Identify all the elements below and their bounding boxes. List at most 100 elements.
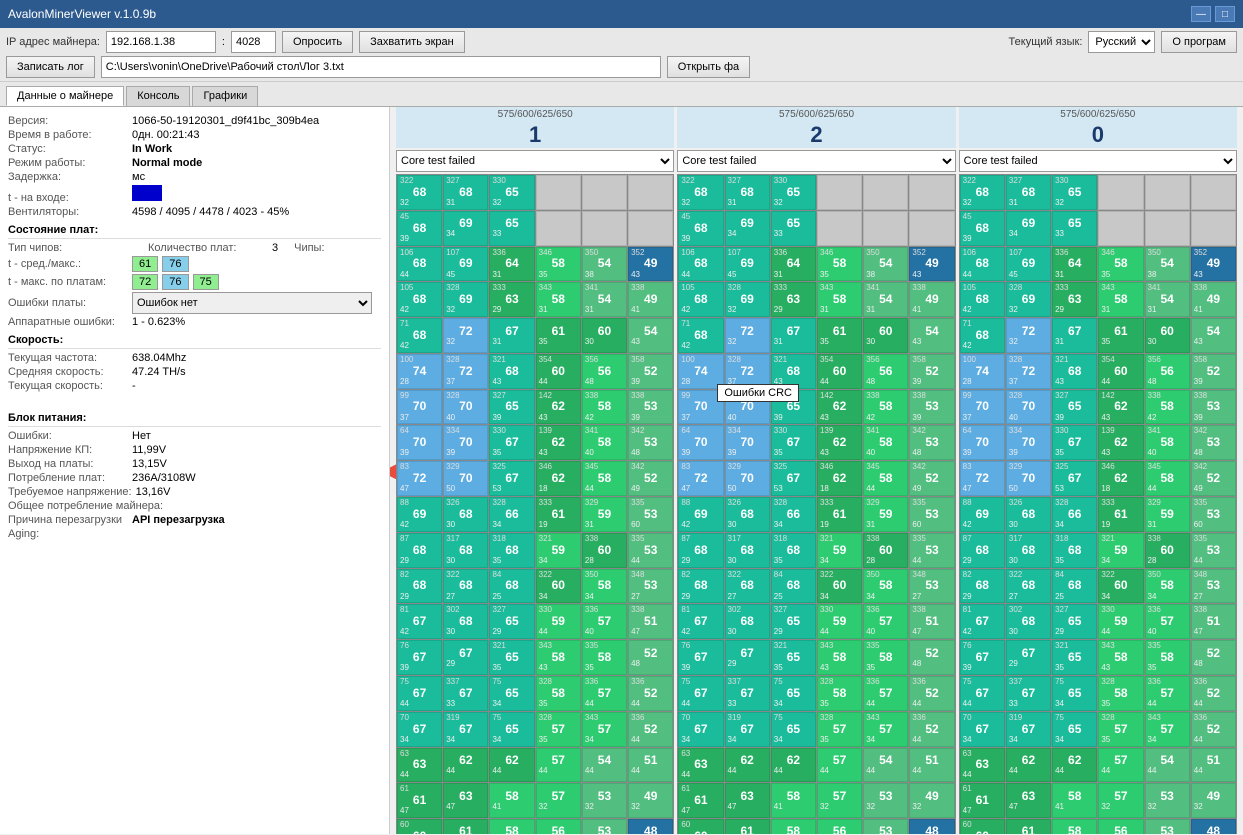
chip-cell: 3485327: [1191, 569, 1236, 604]
chip-cell: 3565648: [1145, 354, 1190, 389]
minimize-button[interactable]: —: [1191, 6, 1211, 22]
errors-select[interactable]: Ошибок нет: [132, 292, 372, 314]
chip-cell-empty: [863, 211, 908, 246]
miner1-number: 1: [396, 122, 674, 148]
chip-cell: 3285735: [817, 712, 862, 747]
chip-cell: 3297050: [725, 461, 770, 496]
chip-cell: 3215934: [817, 533, 862, 568]
chip-cell: 3285735: [1098, 712, 1143, 747]
lang-select[interactable]: Русский: [1088, 31, 1155, 53]
log-button[interactable]: Записать лог: [6, 56, 95, 78]
poll-button[interactable]: Опросить: [282, 31, 353, 53]
chip-cell: 3336329: [1052, 282, 1097, 317]
miner1-status-select[interactable]: Core test failed: [396, 150, 674, 172]
avg-speed-row: Средняя скорость: 47.24 TH/s: [8, 366, 381, 378]
chip-cell: 826829: [397, 569, 442, 604]
psu-power-value: 236A/3108W: [132, 472, 196, 484]
open-file-button[interactable]: Открыть фа: [667, 56, 750, 78]
miner1-chip-grid: 3226832327683133065324568396934653310668…: [396, 174, 674, 834]
chip-cell: 3306735: [1052, 425, 1097, 460]
freq-value: 638.04Mhz: [132, 352, 186, 364]
chip-cell: 3435831: [817, 282, 862, 317]
tinput-row: t - на входе:: [8, 185, 381, 204]
chip-cell: 3435843: [817, 640, 862, 675]
chip-cell: 3226827: [1006, 569, 1051, 604]
chip-cell: 5334: [863, 819, 908, 834]
port-input[interactable]: [231, 31, 276, 53]
chip-cell: 3216535: [771, 640, 816, 675]
chip-cell: 5744: [817, 748, 862, 783]
chip-cell: 3276529: [771, 604, 816, 639]
chip-cell-empty: [1145, 211, 1190, 246]
chip-cell: 6731: [1052, 318, 1097, 353]
miner1-freq: 575/600/625/650: [396, 107, 674, 122]
chip-cell: 456839: [678, 211, 723, 246]
chip-cell: 3286932: [725, 282, 770, 317]
chip-cell: 756534: [489, 676, 534, 711]
chip-cell: 3425348: [628, 425, 673, 460]
avg-speed-label: Средняя скорость:: [8, 366, 128, 378]
left-arrow-button[interactable]: ◀: [390, 460, 396, 481]
chip-cell: 3385147: [628, 604, 673, 639]
chip-cell: 3365744: [863, 676, 908, 711]
capture-button[interactable]: Захватить экран: [359, 31, 465, 53]
chip-cell: 3196734: [1006, 712, 1051, 747]
chip-cell: 6030: [863, 318, 908, 353]
chip-cell: 4932: [909, 783, 954, 818]
boards-section-title: Состояние плат:: [8, 224, 381, 239]
hw-errors-value: 1 - 0.623%: [132, 316, 185, 328]
maximize-button[interactable]: □: [1215, 6, 1235, 22]
ip-input[interactable]: [106, 31, 216, 53]
chip-cell: 3276831: [725, 175, 770, 210]
chip-cell: 997037: [960, 390, 1005, 425]
miner2-status-select[interactable]: Core test failed: [677, 150, 955, 172]
chip-cell: 3287237: [443, 354, 488, 389]
chip-cell: 3336119: [817, 497, 862, 532]
chip-cell: 756744: [678, 676, 723, 711]
tab-miner-data[interactable]: Данные о майнере: [6, 86, 124, 106]
chip-cell: 3385842: [582, 390, 627, 425]
chip-cell: 756744: [397, 676, 442, 711]
chip-cell: 5332: [1145, 783, 1190, 818]
log-path-input[interactable]: [101, 56, 661, 78]
chip-cell: 716842: [397, 318, 442, 353]
miner0-status-select[interactable]: Core test failed: [959, 150, 1237, 172]
chip-cell: 3435734: [863, 712, 908, 747]
chip-cell: 3306735: [771, 425, 816, 460]
miner0-num: 0: [1092, 122, 1104, 147]
tmax-label: t - макс. по платам:: [8, 276, 128, 288]
about-button[interactable]: О програм: [1161, 31, 1237, 53]
chip-cell: 3306532: [1052, 175, 1097, 210]
chip-cell: 3365740: [582, 604, 627, 639]
chip-cell: 3355344: [909, 533, 954, 568]
tab-console[interactable]: Консоль: [126, 86, 190, 106]
chip-cell: 3285835: [1098, 676, 1143, 711]
chip-cell: 5144: [909, 748, 954, 783]
chip-cell: 3466218: [536, 461, 581, 496]
chip-cell: 3295931: [582, 497, 627, 532]
status-label: Статус:: [8, 143, 128, 155]
chip-cell: 3305944: [1098, 604, 1143, 639]
chip-cell: 3425249: [909, 461, 954, 496]
chip-cell: 3286932: [1006, 282, 1051, 317]
chip-cell: 5334: [582, 819, 627, 834]
chip-cell: 1396243: [1098, 425, 1143, 460]
chip-cell: 1076945: [1006, 247, 1051, 282]
chip-grid: 3226832327683133065324568396934653310668…: [677, 174, 955, 834]
chip-cell: 7232: [725, 318, 770, 353]
chip-cell: 5650: [817, 819, 862, 834]
chip-cell: 3215934: [536, 533, 581, 568]
chip-cell: 6244: [1006, 748, 1051, 783]
miner1-num: 1: [529, 122, 541, 147]
chip-cell: 4932: [1191, 783, 1236, 818]
tab-graphs[interactable]: Графики: [192, 86, 258, 106]
psu-out-row: Выход на платы: 13,15V: [8, 458, 381, 470]
main-content: Версия: 1066-50-19120301_d9f41bc_309b4ea…: [0, 107, 1243, 834]
chip-cell: 3355835: [582, 640, 627, 675]
chip-cell: 5443: [909, 318, 954, 353]
chip-cell: 1056842: [397, 282, 442, 317]
chip-cell: 3386028: [1145, 533, 1190, 568]
chip-cell: 3386028: [582, 533, 627, 568]
miner-column-0: 575/600/625/650 0 Core test failed 32268…: [959, 107, 1237, 834]
tmax-v1: 72: [132, 274, 158, 290]
